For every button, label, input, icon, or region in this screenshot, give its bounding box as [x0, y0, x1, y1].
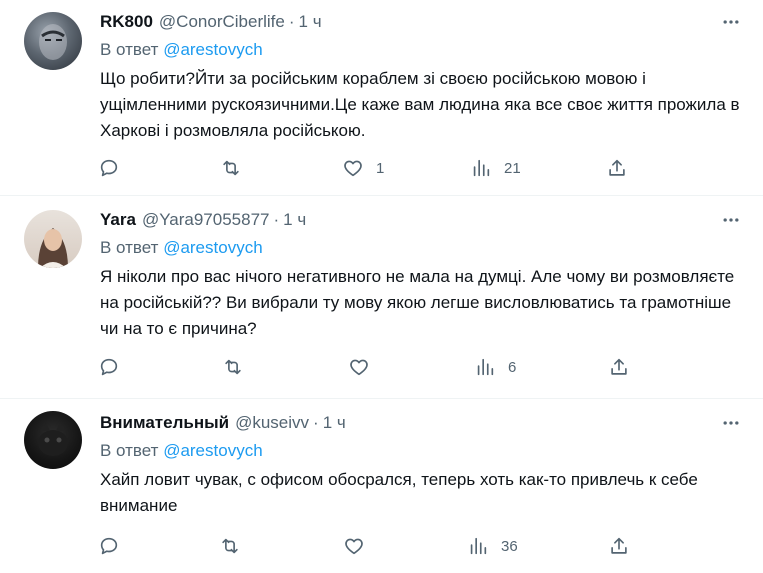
separator-dot: ·	[273, 210, 280, 229]
tweet-text: Хайп ловит чувак, с офисом обосрался, те…	[100, 470, 698, 515]
mention-link[interactable]: @arestovych	[163, 40, 262, 59]
mention-link[interactable]: @arestovych	[163, 238, 262, 257]
reply-prefix: В ответ	[100, 238, 159, 257]
reply-button[interactable]	[98, 156, 120, 180]
views-count: 36	[501, 537, 518, 555]
separator-dot: ·	[313, 413, 319, 432]
reply-prefix: В ответ	[100, 441, 159, 460]
reply-icon	[100, 358, 118, 376]
like-count: 1	[376, 159, 385, 177]
views-button[interactable]: 36	[467, 534, 518, 558]
tweet[interactable]: Внимательный @kuseivv · 1 ч В ответ @are…	[0, 399, 763, 573]
user-handle[interactable]: @Yara97055877	[142, 210, 270, 230]
reply-icon	[100, 159, 118, 177]
like-icon	[350, 359, 368, 376]
separator-dot: ·	[288, 12, 295, 31]
action-bar: 1 21	[98, 156, 638, 180]
timestamp[interactable]: 1 ч	[323, 413, 346, 433]
tweet[interactable]: Yara @Yara97055877 · 1 ч В ответ @aresto…	[0, 196, 763, 399]
share-icon	[609, 159, 625, 176]
views-icon	[473, 159, 490, 177]
tweet-header: RK800 @ConorCiberlife · 1 ч	[100, 10, 743, 34]
like-icon	[345, 538, 363, 555]
retweet-button[interactable]	[220, 156, 242, 180]
retweet-icon	[225, 359, 241, 375]
views-button[interactable]: 6	[474, 355, 516, 379]
views-icon	[470, 537, 487, 555]
retweet-button[interactable]	[219, 534, 241, 558]
timestamp[interactable]: 1 ч	[283, 210, 306, 230]
retweet-button[interactable]	[222, 355, 244, 379]
tweet[interactable]: RK800 @ConorCiberlife · 1 ч В ответ @are…	[0, 0, 763, 196]
views-button[interactable]: 21	[470, 156, 521, 180]
like-button[interactable]	[343, 534, 365, 558]
user-handle[interactable]: @ConorCiberlife	[159, 12, 285, 32]
reply-button[interactable]	[98, 534, 120, 558]
views-count: 6	[508, 358, 517, 376]
avatar[interactable]	[24, 12, 82, 70]
display-name[interactable]: Внимательный	[100, 413, 229, 433]
reply-context: В ответ @arestovych	[100, 38, 743, 62]
reply-icon	[100, 537, 118, 555]
retweet-icon	[223, 160, 239, 176]
display-name[interactable]: Yara	[100, 210, 136, 230]
like-icon	[344, 160, 362, 177]
tweet-text: Я ніколи про вас нічого негативного не м…	[100, 267, 735, 338]
like-button[interactable]	[348, 355, 370, 379]
retweet-icon	[222, 538, 238, 554]
tweet-text: Що робити?Йти за російським кораблем зі …	[100, 69, 740, 140]
more-icon[interactable]	[719, 208, 743, 232]
views-count: 21	[504, 159, 521, 177]
timestamp[interactable]: 1 ч	[299, 12, 322, 32]
views-icon	[477, 358, 494, 376]
avatar[interactable]	[24, 210, 82, 268]
like-button[interactable]: 1	[342, 156, 384, 180]
share-button[interactable]	[606, 156, 628, 180]
action-bar: 6	[98, 355, 638, 379]
reply-prefix: В ответ	[100, 40, 159, 59]
avatar[interactable]	[24, 411, 82, 469]
reply-context: В ответ @arestovych	[100, 439, 743, 463]
reply-context: В ответ @arestovych	[100, 236, 743, 260]
tweet-header: Внимательный @kuseivv · 1 ч	[100, 411, 743, 435]
mention-link[interactable]: @arestovych	[163, 441, 262, 460]
share-icon	[611, 358, 627, 375]
display-name[interactable]: RK800	[100, 12, 153, 32]
more-icon[interactable]	[719, 411, 743, 435]
reply-button[interactable]	[98, 355, 120, 379]
share-button[interactable]	[608, 534, 630, 558]
action-bar: 36	[98, 534, 638, 558]
tweet-header: Yara @Yara97055877 · 1 ч	[100, 208, 743, 232]
more-icon[interactable]	[719, 10, 743, 34]
user-handle[interactable]: @kuseivv	[235, 413, 309, 433]
share-button[interactable]	[608, 355, 630, 379]
share-icon	[611, 537, 627, 554]
